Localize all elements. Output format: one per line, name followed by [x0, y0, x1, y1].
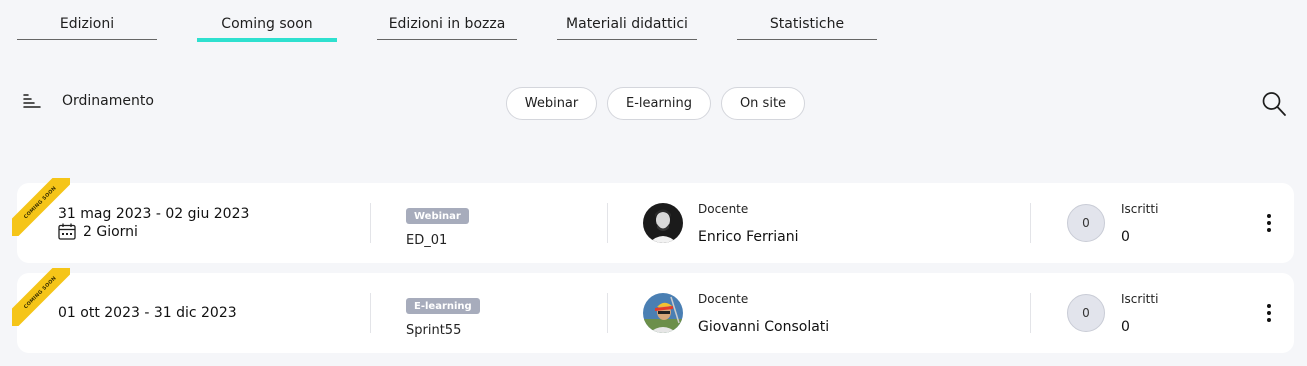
teacher-name: Giovanni Consolati — [698, 319, 830, 335]
divider — [607, 293, 608, 333]
edition-dates: 01 ott 2023 - 31 dic 2023 — [58, 305, 237, 321]
sort-label: Ordinamento — [62, 93, 154, 109]
tab-edizioni[interactable]: Edizioni — [17, 0, 157, 40]
avatar — [643, 203, 683, 243]
type-badge: Webinar — [406, 208, 469, 224]
calendar-icon — [58, 223, 76, 240]
enrolled-value: 0 — [1121, 229, 1130, 245]
filter-group: Webinar E-learning On site — [506, 87, 815, 120]
enrolled-value: 0 — [1121, 319, 1130, 335]
filter-on-site[interactable]: On site — [721, 87, 805, 120]
divider — [1030, 293, 1031, 333]
avatar — [643, 293, 683, 333]
tab-materiali-didattici[interactable]: Materiali didattici — [557, 0, 697, 40]
divider — [607, 203, 608, 243]
divider — [370, 293, 371, 333]
edition-code: Sprint55 — [406, 323, 462, 338]
edition-card[interactable]: COMING SOON 31 mag 2023 - 02 giu 2023 2 … — [12, 178, 1294, 263]
sort-button[interactable]: Ordinamento — [22, 90, 154, 112]
divider — [370, 203, 371, 243]
edition-dates: 31 mag 2023 - 02 giu 2023 — [58, 206, 250, 222]
enrolled-label: Iscritti — [1121, 292, 1159, 306]
search-icon[interactable] — [1261, 90, 1287, 118]
enrolled-label: Iscritti — [1121, 202, 1159, 216]
edition-card[interactable]: COMING SOON 01 ott 2023 - 31 dic 2023 E-… — [12, 268, 1294, 353]
edition-code: ED_01 — [406, 233, 448, 248]
teacher-label: Docente — [698, 202, 749, 216]
tab-coming-soon[interactable]: Coming soon — [197, 0, 337, 42]
more-options-icon[interactable] — [1262, 302, 1276, 324]
type-badge: E-learning — [406, 298, 480, 314]
more-options-icon[interactable] — [1262, 212, 1276, 234]
filter-elearning[interactable]: E-learning — [607, 87, 711, 120]
tab-edizioni-in-bozza[interactable]: Edizioni in bozza — [377, 0, 517, 40]
tab-bar: Edizioni Coming soon Edizioni in bozza M… — [17, 0, 917, 48]
tab-statistiche[interactable]: Statistiche — [737, 0, 877, 40]
duration-label: 2 Giorni — [83, 223, 138, 240]
teacher-label: Docente — [698, 292, 749, 306]
enrolled-count-circle: 0 — [1067, 204, 1105, 242]
enrolled-count-circle: 0 — [1067, 294, 1105, 332]
sort-icon — [23, 94, 41, 108]
teacher-name: Enrico Ferriani — [698, 229, 799, 245]
divider — [1030, 203, 1031, 243]
filter-webinar[interactable]: Webinar — [506, 87, 597, 120]
edition-duration: 2 Giorni — [58, 223, 138, 240]
